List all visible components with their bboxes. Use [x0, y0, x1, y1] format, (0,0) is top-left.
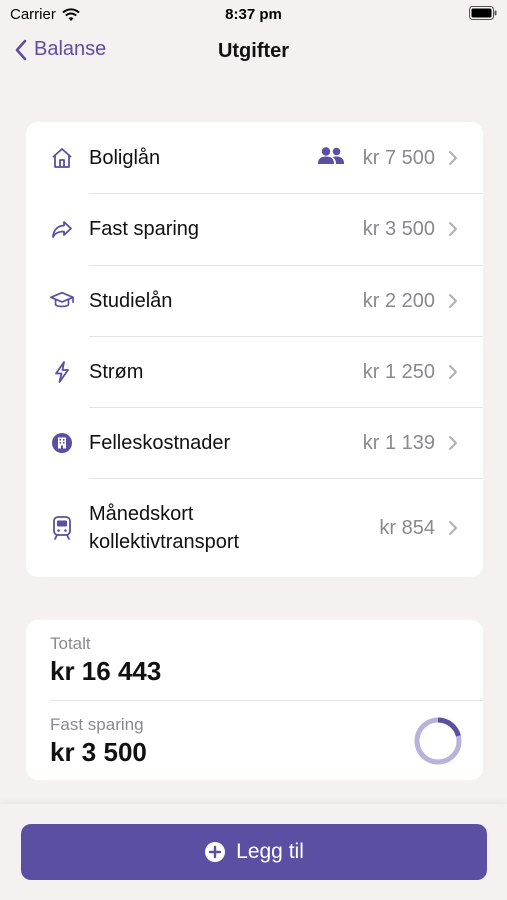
chevron-right-icon: [449, 151, 457, 165]
house-icon: [50, 146, 74, 170]
expense-amount: kr 7 500: [362, 147, 435, 169]
chevron-right-icon: [449, 294, 457, 308]
expense-amount: kr 1 139: [362, 432, 435, 454]
savings-progress-ring: [414, 717, 462, 765]
add-expense-button[interactable]: Legg til: [21, 824, 487, 880]
expense-label: Boliglån: [89, 147, 161, 169]
total-label: Totalt: [50, 634, 91, 653]
total-value: kr 16 443: [50, 656, 162, 686]
expense-label-line-2: kollektivtransport: [89, 531, 240, 553]
chevron-right-icon: [449, 365, 457, 379]
expense-row-felleskostnader[interactable]: Felleskostnader kr 1 139: [26, 408, 483, 479]
page-title: Utgifter: [217, 40, 290, 62]
expense-amount: kr 2 200: [362, 290, 435, 312]
navigation-bar: Balanse Utgifter: [0, 30, 507, 76]
summary-card: Totalt kr 16 443 Fast sparing kr 3 500: [26, 620, 483, 780]
expense-label: Studielån: [89, 290, 173, 312]
expense-list: Boliglån kr 7 500 Fast sparing kr 3 500 …: [26, 122, 483, 577]
battery-icon: [469, 6, 497, 24]
share-arrow-icon: [50, 217, 74, 241]
expense-label-line-1: Månedskort: [89, 503, 194, 525]
expense-label: Strøm: [89, 361, 144, 383]
lightning-icon: [50, 360, 74, 384]
expense-row-strom[interactable]: Strøm kr 1 250: [26, 337, 483, 408]
building-icon: [50, 431, 74, 455]
expense-amount: kr 1 250: [362, 361, 435, 383]
bottom-action-bar: Legg til: [0, 804, 507, 900]
expense-amount: kr 854: [379, 517, 435, 539]
expense-row-manedskort[interactable]: Månedskort kollektivtransport kr 854: [26, 479, 483, 577]
summary-divider: [50, 700, 483, 701]
add-button-label: Legg til: [236, 840, 304, 863]
chevron-right-icon: [449, 521, 457, 535]
expense-row-fast-sparing[interactable]: Fast sparing kr 3 500: [26, 194, 483, 265]
expense-row-studielan[interactable]: Studielån kr 2 200: [26, 266, 483, 337]
plus-circle-icon: [205, 842, 226, 862]
chevron-right-icon: [449, 222, 457, 236]
expense-label: Felleskostnader: [89, 432, 231, 454]
expense-label: Månedskort kollektivtransport: [89, 500, 239, 556]
expense-row-boliglan[interactable]: Boliglån kr 7 500: [26, 122, 483, 193]
shared-users-icon: [317, 146, 345, 171]
savings-value: kr 3 500: [50, 737, 147, 767]
savings-label: Fast sparing: [50, 715, 144, 734]
status-time: 8:37 pm: [225, 6, 282, 23]
train-icon: [50, 516, 74, 540]
expense-label: Fast sparing: [89, 218, 200, 240]
chevron-right-icon: [449, 436, 457, 450]
status-bar: Carrier 8:37 pm: [0, 0, 507, 28]
graduation-cap-icon: [50, 289, 74, 313]
expense-amount: kr 3 500: [362, 218, 435, 240]
